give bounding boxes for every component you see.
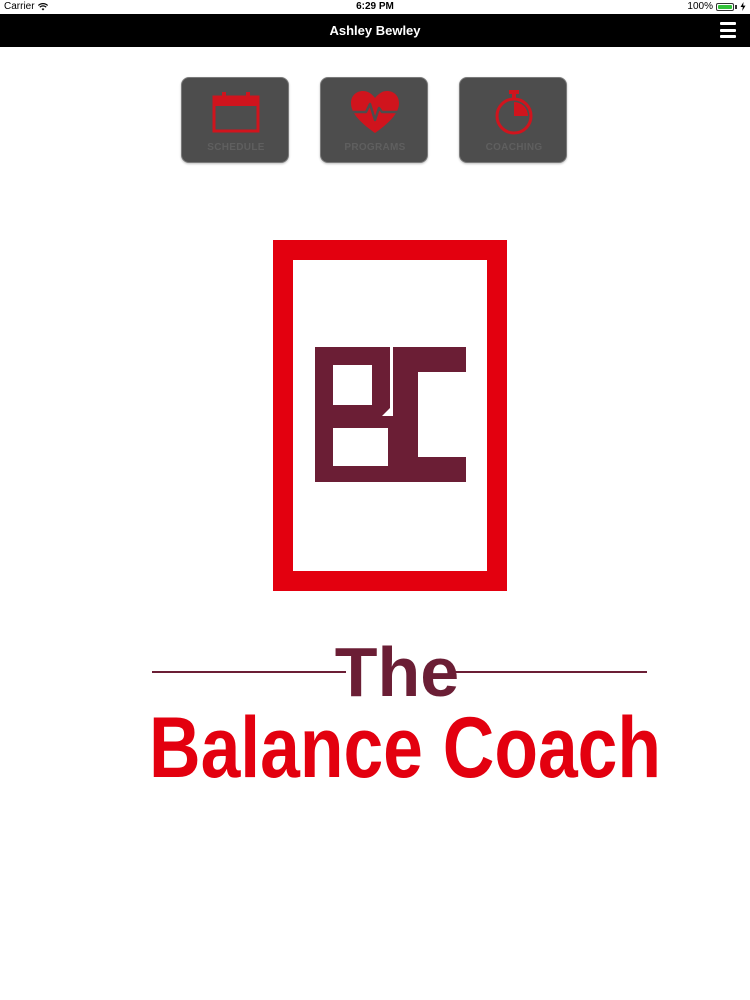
logo-line2: Balance Coach xyxy=(149,700,661,796)
balance-coach-logo: BC The Balance Coach xyxy=(149,240,661,796)
bc-monogram xyxy=(315,347,466,482)
